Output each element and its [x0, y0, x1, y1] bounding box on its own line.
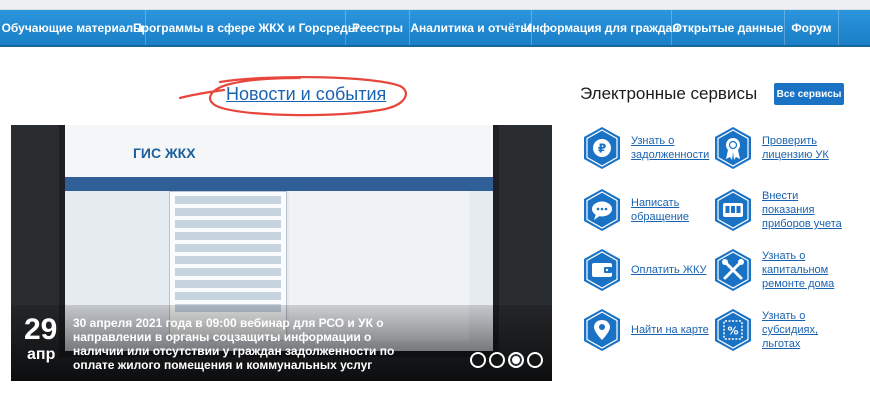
map-pin-icon	[584, 309, 620, 351]
service-repair[interactable]: Узнать о капитальном ремонте дома	[713, 248, 834, 292]
slider-pagination	[470, 352, 543, 368]
service-meters[interactable]: Внести показания приборов учета	[713, 188, 842, 232]
service-license[interactable]: Проверить лицензию УК	[713, 126, 829, 170]
slide-date-day: 29	[24, 313, 58, 346]
svg-text:%: %	[727, 325, 738, 338]
slider-dot-3[interactable]	[508, 352, 524, 368]
slide-date-month: апр	[27, 346, 56, 363]
news-title-link[interactable]: Новости и события	[226, 84, 386, 105]
all-services-button[interactable]: Все сервисы	[774, 83, 844, 105]
news-section-header: Новости и события	[160, 72, 410, 118]
meter-counter-icon	[715, 189, 751, 231]
nav-item-programs[interactable]: Программы в сфере ЖКХ и Горсреды	[133, 10, 358, 45]
nav-item-open-data[interactable]: Открытые данные	[672, 10, 785, 45]
nav-item-registries[interactable]: Реестры	[346, 10, 410, 45]
service-appeal-label[interactable]: Написать обращение	[631, 196, 689, 224]
slider-dot-2[interactable]	[489, 352, 505, 368]
svg-text:₽: ₽	[598, 142, 606, 156]
nav-item-citizens[interactable]: Информация для граждан	[524, 10, 679, 45]
wallet-icon	[584, 249, 620, 291]
service-pay[interactable]: Оплатить ЖКУ	[582, 248, 707, 292]
nav-item-learning[interactable]: Обучающие материалы	[0, 10, 146, 45]
slide-photo-logo-text: ГИС ЖКХ	[133, 145, 196, 161]
service-debt-label[interactable]: Узнать о задолженности	[631, 134, 709, 162]
slider-dot-4[interactable]	[527, 352, 543, 368]
slide-caption-link[interactable]: 30 апреля 2021 года в 09:00 вебинар для …	[73, 316, 403, 372]
award-badge-icon	[715, 127, 751, 169]
slide-photo-site-header: ГИС ЖКХ	[65, 125, 493, 177]
service-subsidies-label[interactable]: Узнать о субсидиях, льготах	[762, 309, 818, 351]
browser-top-strip	[0, 0, 870, 10]
news-slider[interactable]: ГИС ЖКХ 29 апр 30 апреля 2021 года в 09:…	[11, 125, 552, 381]
service-pay-label[interactable]: Оплатить ЖКУ	[631, 263, 707, 277]
services-title: Электронные сервисы	[580, 84, 758, 103]
tools-icon	[715, 249, 751, 291]
service-repair-label[interactable]: Узнать о капитальном ремонте дома	[762, 249, 834, 291]
nav-item-forum[interactable]: Форум	[785, 10, 839, 45]
service-meters-label[interactable]: Внести показания приборов учета	[762, 189, 842, 231]
nav-item-analytics[interactable]: Аналитика и отчёты	[410, 10, 532, 45]
service-subsidies[interactable]: % Узнать о субсидиях, льготах	[713, 308, 818, 352]
chat-bubble-icon	[584, 189, 620, 231]
service-map-label[interactable]: Найти на карте	[631, 323, 709, 337]
slide-photo-site-menu-bar	[65, 177, 493, 191]
service-map[interactable]: Найти на карте	[582, 308, 709, 352]
main-navigation: Обучающие материалы Программы в сфере ЖК…	[0, 10, 870, 47]
service-appeal[interactable]: Написать обращение	[582, 188, 689, 232]
service-debt[interactable]: ₽ Узнать о задолженности	[582, 126, 709, 170]
percent-stamp-icon: %	[715, 309, 751, 351]
slider-dot-1[interactable]	[470, 352, 486, 368]
ruble-coin-icon: ₽	[584, 127, 620, 169]
service-license-label[interactable]: Проверить лицензию УК	[762, 134, 829, 162]
